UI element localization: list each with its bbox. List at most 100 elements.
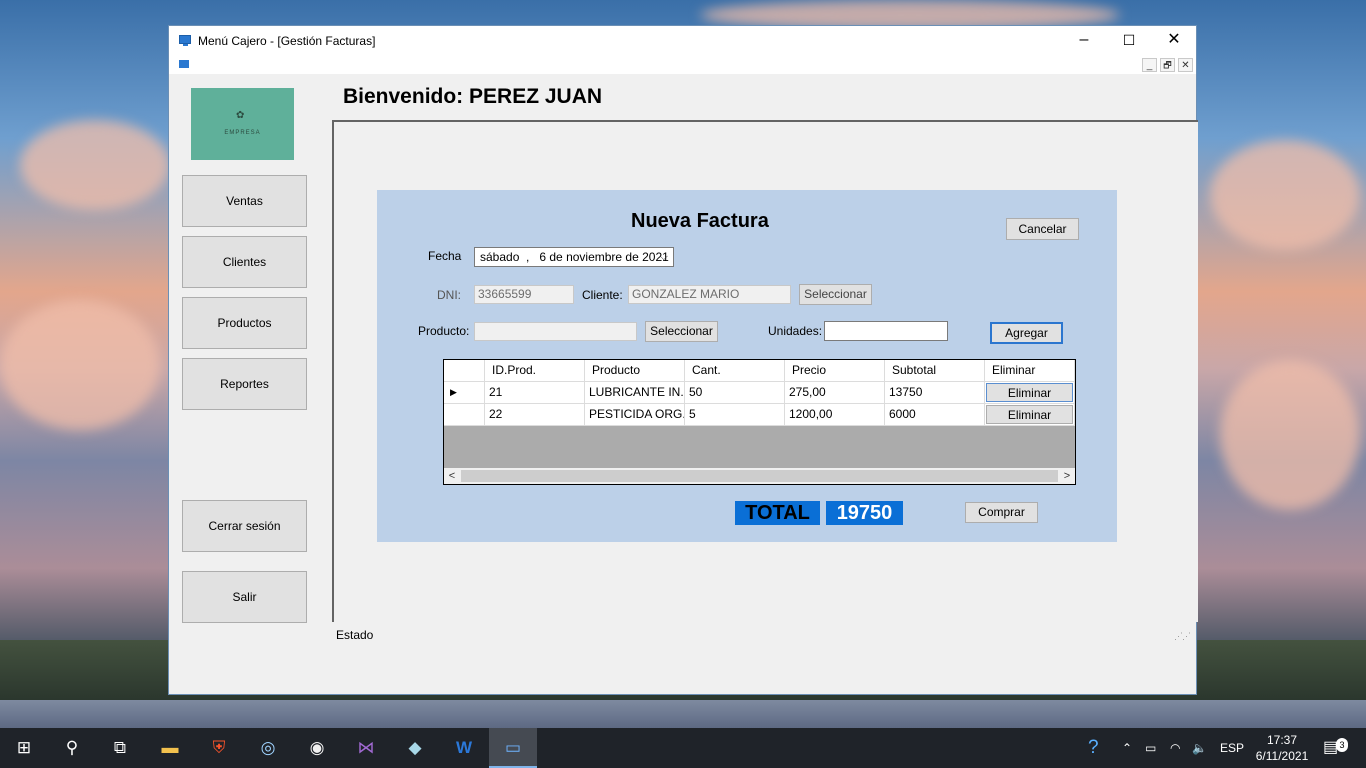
close-button[interactable]: ✕ bbox=[1151, 26, 1197, 56]
total-value: 19750 bbox=[826, 501, 903, 525]
horizontal-scrollbar[interactable]: < > bbox=[444, 468, 1075, 484]
clock-time: 17:37 bbox=[1266, 733, 1298, 747]
cliente-label: Cliente: bbox=[582, 288, 623, 302]
column-header[interactable]: Precio bbox=[785, 360, 885, 382]
search-icon[interactable]: ⚲ bbox=[48, 728, 96, 768]
taskbar: ⊞ ⚲ ⧉ ▬ ⛨ ◎ ◉ ⋈ ◆ W ▭ ? ⌃ ▭ ◠ 🔈 ESP 17:3… bbox=[0, 728, 1366, 768]
chevron-down-icon[interactable]: ⌵ bbox=[660, 248, 668, 266]
logo-text: EMPRESA bbox=[224, 130, 261, 136]
table-row[interactable]: 22 PESTICIDA ORG... 5 1200,00 6000 Elimi… bbox=[444, 404, 1075, 426]
table-row[interactable]: ▶ 21 LUBRICANTE IN... 50 275,00 13750 El… bbox=[444, 382, 1075, 404]
cancel-button[interactable]: Cancelar bbox=[1006, 218, 1079, 240]
column-header[interactable]: ID.Prod. bbox=[485, 360, 585, 382]
add-button[interactable]: Agregar bbox=[990, 322, 1063, 344]
minimize-button[interactable]: – bbox=[1061, 26, 1107, 56]
notepad-app-icon[interactable]: ◆ bbox=[391, 728, 439, 768]
wifi-icon[interactable]: ◠ bbox=[1170, 728, 1180, 768]
unidades-label: Unidades: bbox=[768, 324, 823, 338]
producto-field[interactable] bbox=[474, 322, 637, 341]
cell-eliminar: Eliminar bbox=[985, 382, 1075, 404]
edge-browser-icon[interactable]: ◎ bbox=[244, 728, 292, 768]
sidebar-item-ventas[interactable]: Ventas bbox=[182, 175, 307, 227]
tree-icon: ✿ bbox=[236, 110, 245, 121]
mdi-menu-bar: _ 🗗 ✕ bbox=[169, 56, 1196, 74]
cell-cant[interactable]: 50 bbox=[685, 382, 785, 404]
app-window: Menú Cajero - [Gestión Facturas] – ☐ ✕ _… bbox=[168, 25, 1198, 695]
app-icon bbox=[179, 35, 191, 46]
scroll-right-icon[interactable]: > bbox=[1059, 468, 1075, 484]
row-selector-icon[interactable]: ▶ bbox=[444, 382, 485, 404]
task-view-icon[interactable]: ⧉ bbox=[96, 728, 144, 768]
invoice-panel: Nueva Factura Cancelar Fecha sábado , 6 … bbox=[377, 190, 1117, 542]
windows-start-icon[interactable]: ⊞ bbox=[0, 728, 48, 768]
clock-date: 6/11/2021 bbox=[1255, 749, 1309, 763]
fecha-label: Fecha bbox=[428, 249, 462, 263]
compass-app-icon[interactable]: ◉ bbox=[293, 728, 341, 768]
delete-row-button[interactable]: Eliminar bbox=[986, 405, 1073, 424]
scroll-left-icon[interactable]: < bbox=[444, 468, 460, 484]
mdi-child-icon[interactable] bbox=[179, 60, 189, 68]
brave-browser-icon[interactable]: ⛨ bbox=[195, 728, 243, 768]
background-cloud bbox=[1210, 140, 1360, 250]
cliente-field[interactable]: GONZALEZ MARIO bbox=[628, 285, 791, 304]
unidades-field[interactable] bbox=[824, 321, 948, 341]
tray-chevron-up-icon[interactable]: ⌃ bbox=[1122, 728, 1132, 768]
cell-precio[interactable]: 1200,00 bbox=[785, 404, 885, 426]
cell-subtotal[interactable]: 6000 bbox=[885, 404, 985, 426]
resize-grip-icon[interactable]: ⋰⋰ bbox=[1174, 631, 1191, 642]
visual-studio-icon[interactable]: ⋈ bbox=[342, 728, 390, 768]
file-explorer-icon[interactable]: ▬ bbox=[146, 728, 194, 768]
grid-corner bbox=[444, 360, 485, 382]
language-indicator[interactable]: ESP bbox=[1220, 728, 1244, 768]
total-label: TOTAL bbox=[735, 501, 820, 525]
producto-label: Producto: bbox=[418, 324, 470, 338]
items-grid[interactable]: ID.Prod. Producto Cant. Precio Subtotal … bbox=[443, 359, 1076, 485]
title-bar[interactable]: Menú Cajero - [Gestión Facturas] – ☐ ✕ bbox=[169, 26, 1196, 56]
maximize-button[interactable]: ☐ bbox=[1106, 26, 1152, 56]
column-header[interactable]: Eliminar bbox=[985, 360, 1075, 382]
sidebar-item-clientes[interactable]: Clientes bbox=[182, 236, 307, 288]
cell-producto[interactable]: PESTICIDA ORG... bbox=[585, 404, 685, 426]
column-header[interactable]: Producto bbox=[585, 360, 685, 382]
dni-field[interactable]: 33665599 bbox=[474, 285, 574, 304]
date-picker[interactable]: sábado , 6 de noviembre de 2021 ⌵ bbox=[474, 247, 674, 267]
column-header[interactable]: Cant. bbox=[685, 360, 785, 382]
row-selector[interactable] bbox=[444, 404, 485, 426]
status-text: Estado bbox=[336, 628, 374, 642]
cell-eliminar: Eliminar bbox=[985, 404, 1075, 426]
cell-subtotal[interactable]: 13750 bbox=[885, 382, 985, 404]
select-product-button[interactable]: Seleccionar bbox=[645, 321, 718, 342]
logout-button[interactable]: Cerrar sesión bbox=[182, 500, 307, 552]
cell-cant[interactable]: 5 bbox=[685, 404, 785, 426]
background-lake bbox=[0, 700, 1366, 728]
cell-producto[interactable]: LUBRICANTE IN... bbox=[585, 382, 685, 404]
volume-icon[interactable]: 🔈 bbox=[1192, 728, 1207, 768]
battery-icon[interactable]: ▭ bbox=[1145, 728, 1156, 768]
window-title: Menú Cajero - [Gestión Facturas] bbox=[198, 34, 376, 48]
mdi-close-button[interactable]: ✕ bbox=[1178, 58, 1193, 72]
column-header[interactable]: Subtotal bbox=[885, 360, 985, 382]
company-logo: ✿ EMPRESA bbox=[191, 88, 294, 160]
invoice-title: Nueva Factura bbox=[631, 210, 769, 232]
sidebar-item-productos[interactable]: Productos bbox=[182, 297, 307, 349]
help-icon[interactable]: ? bbox=[1088, 728, 1099, 768]
running-app-icon[interactable]: ▭ bbox=[489, 728, 537, 768]
delete-row-button[interactable]: Eliminar bbox=[986, 383, 1073, 402]
select-client-button[interactable]: Seleccionar bbox=[799, 284, 872, 305]
background-cloud bbox=[20, 120, 170, 210]
scrollbar-thumb[interactable] bbox=[461, 470, 1058, 482]
buy-button[interactable]: Comprar bbox=[965, 502, 1038, 523]
mdi-restore-button[interactable]: 🗗 bbox=[1160, 58, 1175, 72]
cell-id[interactable]: 22 bbox=[485, 404, 585, 426]
welcome-heading: Bienvenido: PEREZ JUAN bbox=[343, 85, 603, 108]
cell-id[interactable]: 21 bbox=[485, 382, 585, 404]
background-cloud bbox=[1220, 360, 1360, 510]
cell-precio[interactable]: 275,00 bbox=[785, 382, 885, 404]
sidebar-item-reportes[interactable]: Reportes bbox=[182, 358, 307, 410]
mdi-minimize-button[interactable]: _ bbox=[1142, 58, 1157, 72]
clock[interactable]: 17:37 6/11/2021 bbox=[1244, 732, 1320, 764]
date-value: sábado , 6 de noviembre de 2021 bbox=[480, 250, 669, 264]
exit-button[interactable]: Salir bbox=[182, 571, 307, 623]
background-cloud bbox=[0, 300, 160, 430]
word-icon[interactable]: W bbox=[440, 728, 488, 768]
